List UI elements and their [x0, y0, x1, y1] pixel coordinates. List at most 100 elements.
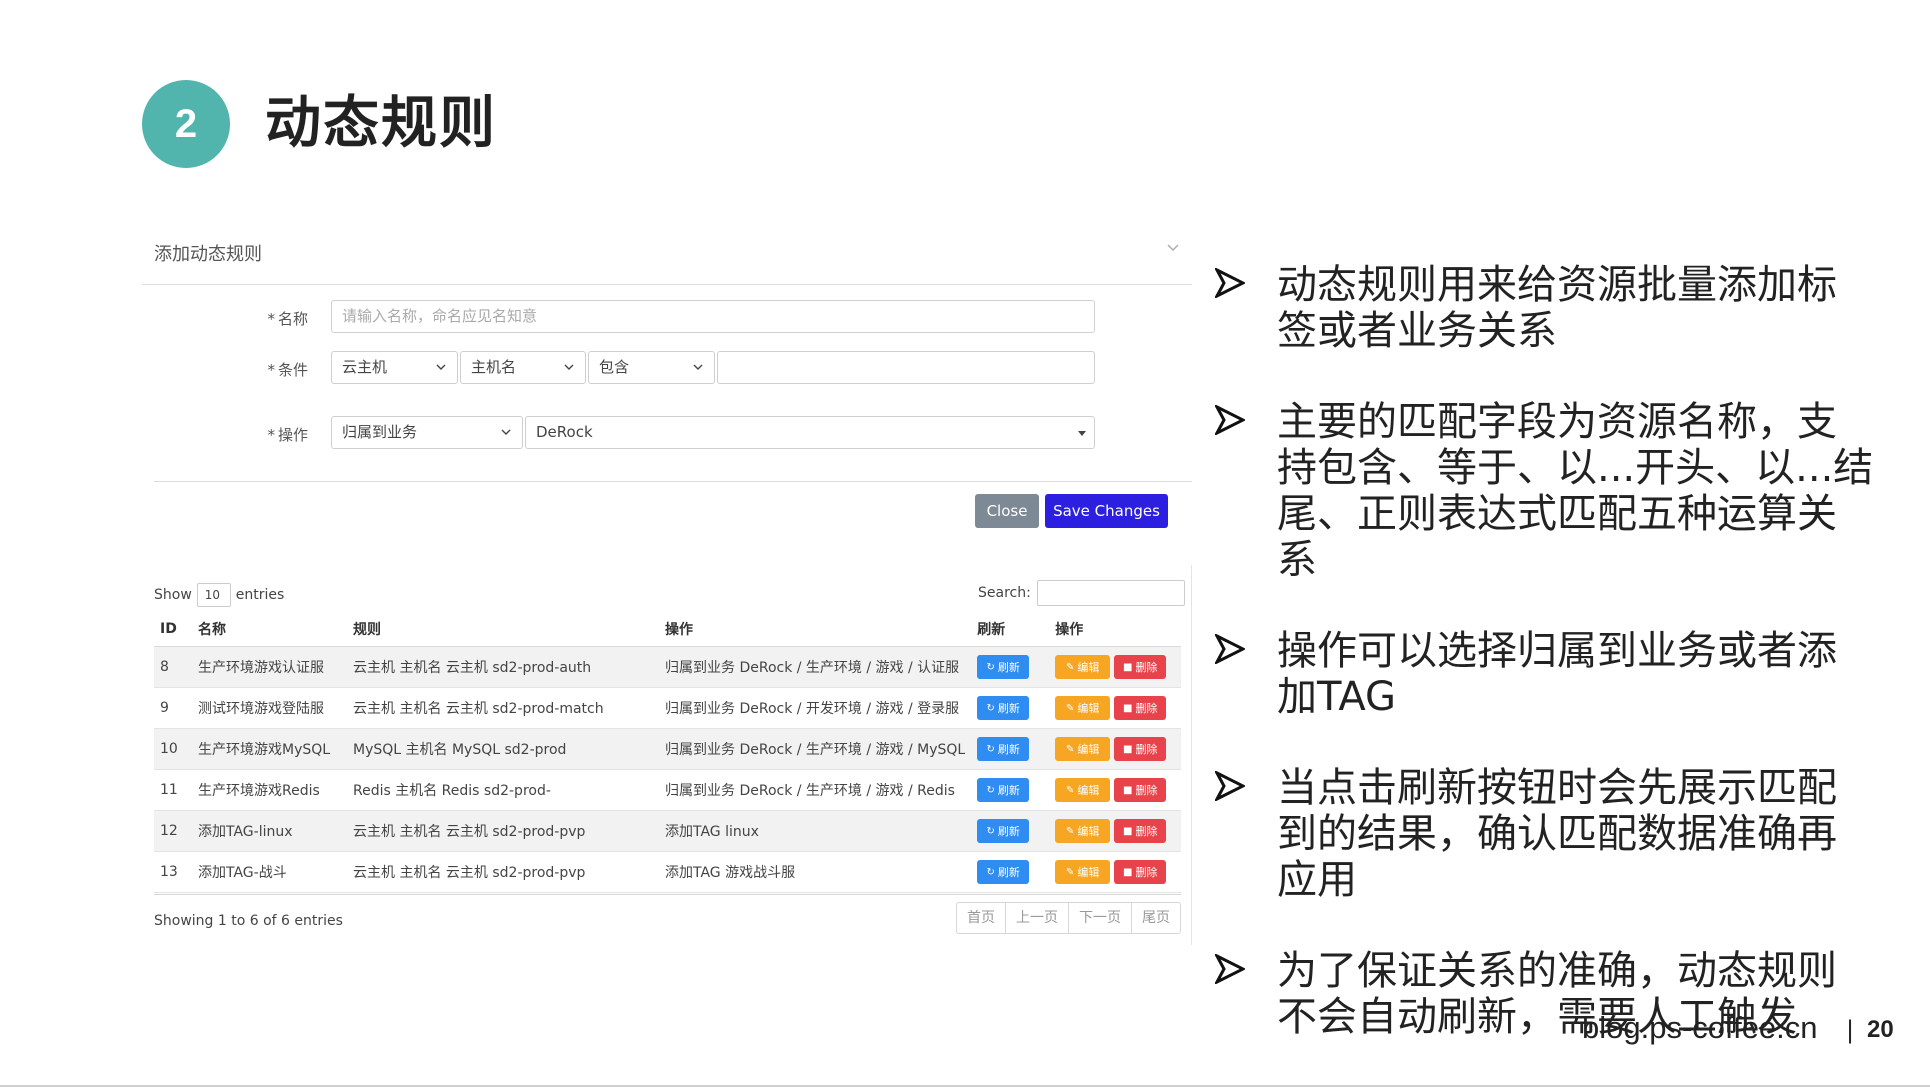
page-number: 20: [1867, 1016, 1894, 1043]
trash-icon: ■: [1123, 743, 1133, 755]
edit-label: 编辑: [1077, 702, 1100, 715]
trash-icon: ■: [1123, 866, 1133, 878]
cell-operations: ✎ 编辑 ■ 删除: [1049, 687, 1181, 729]
edit-button[interactable]: ✎ 编辑: [1055, 778, 1111, 802]
col-name[interactable]: 名称: [192, 612, 347, 647]
show-prefix: Show: [154, 587, 192, 603]
col-operations[interactable]: 操作: [1049, 612, 1181, 647]
cell-name: 生产环境游戏Redis: [192, 769, 347, 811]
cell-refresh: ↻ 刷新: [971, 810, 1050, 852]
cell-operations: ✎ 编辑 ■ 删除: [1049, 769, 1181, 811]
condition-operator-select[interactable]: 包含: [588, 351, 715, 384]
edit-label: 编辑: [1077, 866, 1100, 879]
cell-action: 归属到业务 DeRock / 生产环境 / 游戏 / 认证服: [659, 646, 972, 688]
arrow-bullet-icon: [1215, 771, 1245, 801]
edit-icon: ✎: [1066, 661, 1075, 673]
footer-separator: |: [1846, 1016, 1855, 1044]
cell-name: 生产环境游戏MySQL: [192, 728, 347, 770]
refresh-button[interactable]: ↻ 刷新: [977, 737, 1030, 761]
save-changes-button[interactable]: Save Changes: [1045, 494, 1168, 528]
condition-label: * 条件: [267, 361, 308, 379]
rules-table: ID 名称 规则 操作 刷新 操作 8 生产环境游戏认证服 云主机 主机名 云主机 …: [154, 612, 1181, 893]
col-refresh[interactable]: 刷新: [971, 612, 1050, 647]
action-target-select[interactable]: DeRock: [525, 416, 1095, 449]
cell-operations: ✎ 编辑 ■ 删除: [1049, 851, 1181, 893]
delete-button[interactable]: ■ 删除: [1114, 819, 1167, 843]
pager-last[interactable]: 尾页: [1132, 903, 1180, 933]
delete-label: 删除: [1135, 743, 1158, 756]
page-length-select[interactable]: 10: [196, 583, 231, 607]
cell-rule: 云主机 主机名 云主机 sd2-prod-pvp: [347, 851, 659, 893]
page-length-control: Show 10 entries: [154, 583, 284, 607]
refresh-label: 刷新: [997, 661, 1020, 674]
search-control: Search:: [978, 580, 1185, 606]
table-row: 11 生产环境游戏Redis Redis 主机名 Redis sd2-prod- 归属…: [154, 769, 1181, 811]
cell-action: 添加TAG 游戏战斗服: [659, 851, 972, 893]
refresh-icon: ↻: [986, 702, 995, 714]
action-label: * 操作: [267, 426, 308, 444]
table-info: Showing 1 to 6 of 6 entries: [154, 913, 343, 929]
refresh-icon: ↻: [986, 743, 995, 755]
refresh-button[interactable]: ↻ 刷新: [977, 860, 1030, 884]
pagination: 首页 上一页 下一页 尾页: [956, 902, 1181, 934]
table-row: 9 测试环境游戏登陆服 云主机 主机名 云主机 sd2-prod-match 归属到业…: [154, 687, 1181, 729]
refresh-button[interactable]: ↻ 刷新: [977, 778, 1030, 802]
delete-button[interactable]: ■ 删除: [1114, 655, 1167, 679]
chevron-down-icon: [693, 364, 703, 370]
chevron-down-icon: [501, 429, 511, 435]
delete-button[interactable]: ■ 删除: [1114, 737, 1167, 761]
delete-button[interactable]: ■ 删除: [1114, 860, 1167, 884]
pager-prev[interactable]: 上一页: [1006, 903, 1069, 933]
cell-operations: ✎ 编辑 ■ 删除: [1049, 646, 1181, 688]
refresh-button[interactable]: ↻ 刷新: [977, 655, 1030, 679]
bullet-item: 操作可以选择归属到业务或者添加TAG: [1215, 628, 1875, 720]
refresh-label: 刷新: [997, 784, 1020, 797]
cell-rule: Redis 主机名 Redis sd2-prod-: [347, 769, 659, 811]
condition-resource-select[interactable]: 云主机: [331, 351, 458, 384]
footer-site: blog.ps-coffee.cn: [1582, 1010, 1818, 1045]
col-rule[interactable]: 规则: [347, 612, 659, 647]
delete-label: 删除: [1135, 661, 1158, 674]
delete-button[interactable]: ■ 删除: [1114, 696, 1167, 720]
cell-name: 添加TAG-linux: [192, 810, 347, 852]
edit-icon: ✎: [1066, 784, 1075, 796]
delete-label: 删除: [1135, 866, 1158, 879]
section-number-badge: 2: [142, 80, 230, 168]
close-button[interactable]: Close: [975, 494, 1039, 528]
refresh-icon: ↻: [986, 825, 995, 837]
delete-label: 删除: [1135, 825, 1158, 838]
edit-button[interactable]: ✎ 编辑: [1055, 860, 1111, 884]
refresh-icon: ↻: [986, 661, 995, 673]
pager-next[interactable]: 下一页: [1069, 903, 1132, 933]
refresh-label: 刷新: [997, 702, 1020, 715]
cell-name: 添加TAG-战斗: [192, 851, 347, 893]
search-input[interactable]: [1036, 580, 1185, 606]
edit-button[interactable]: ✎ 编辑: [1055, 737, 1111, 761]
cell-name: 生产环境游戏认证服: [192, 646, 347, 688]
cell-rule: 云主机 主机名 云主机 sd2-prod-match: [347, 687, 659, 729]
chevron-down-icon: [436, 364, 446, 370]
refresh-button[interactable]: ↻ 刷新: [977, 696, 1030, 720]
name-label: * 名称: [267, 310, 308, 328]
edit-label: 编辑: [1077, 743, 1100, 756]
cell-action: 归属到业务 DeRock / 生产环境 / 游戏 / MySQL: [659, 728, 972, 770]
condition-value-input[interactable]: [717, 351, 1095, 384]
col-action[interactable]: 操作: [659, 612, 972, 647]
name-input[interactable]: 请输入名称，命名应见名知意: [331, 300, 1095, 333]
condition-field-select[interactable]: 主机名: [460, 351, 586, 384]
edit-icon: ✎: [1066, 702, 1075, 714]
edit-label: 编辑: [1077, 825, 1100, 838]
pager-first[interactable]: 首页: [957, 903, 1006, 933]
cell-refresh: ↻ 刷新: [971, 646, 1050, 688]
col-id[interactable]: ID: [154, 612, 192, 647]
delete-button[interactable]: ■ 删除: [1114, 778, 1167, 802]
chevron-down-icon[interactable]: [1166, 240, 1180, 254]
edit-icon: ✎: [1066, 743, 1075, 755]
edit-button[interactable]: ✎ 编辑: [1055, 819, 1111, 843]
action-type-select[interactable]: 归属到业务: [331, 416, 523, 449]
edit-button[interactable]: ✎ 编辑: [1055, 655, 1111, 679]
refresh-button[interactable]: ↻ 刷新: [977, 819, 1030, 843]
table-row: 10 生产环境游戏MySQL MySQL 主机名 MySQL sd2-prod 归属到…: [154, 728, 1181, 770]
bullet-item: 动态规则用来给资源批量添加标签或者业务关系: [1215, 262, 1875, 354]
edit-button[interactable]: ✎ 编辑: [1055, 696, 1111, 720]
